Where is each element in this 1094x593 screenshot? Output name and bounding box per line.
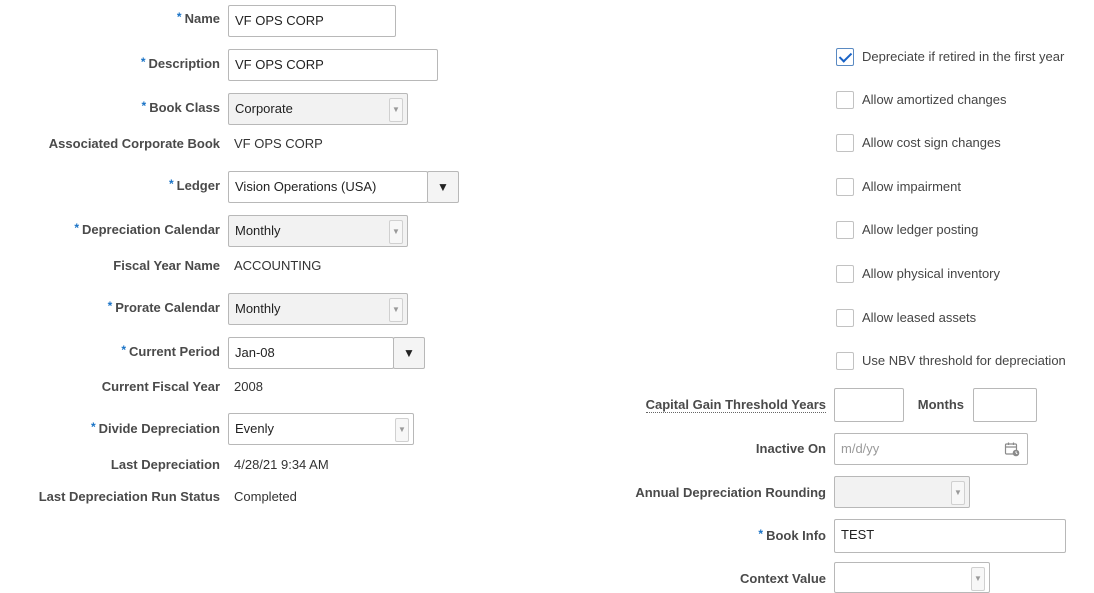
checkbox-allow-ledger-posting[interactable] (836, 221, 854, 239)
checkbox-label[interactable]: Depreciate if retired in the first year (862, 49, 1064, 65)
last-depreciation-value: 4/28/21 9:34 AM (234, 457, 329, 472)
fiscal-year-name-value: ACCOUNTING (234, 258, 322, 273)
checkbox-allow-amortized-changes[interactable] (836, 91, 854, 109)
required-marker: * (758, 527, 764, 541)
ledger-dropdown-button[interactable]: ▼ (427, 171, 459, 203)
description-input[interactable]: VF OPS CORP (228, 49, 438, 81)
chevron-down-icon[interactable]: ▼ (971, 567, 985, 591)
required-marker: * (90, 420, 96, 434)
checkbox-use-nbv-threshold[interactable] (836, 352, 854, 370)
chevron-down-icon[interactable]: ▼ (951, 481, 965, 505)
ledger-label: * Ledger (168, 177, 220, 193)
chevron-down-icon[interactable]: ▼ (389, 298, 403, 322)
months-label: Months (917, 397, 964, 412)
book-class-select[interactable]: Corporate ▼ (228, 93, 408, 125)
chevron-down-icon[interactable]: ▼ (395, 418, 409, 442)
book-class-value: Corporate (235, 101, 293, 116)
fiscal-year-name-label: Fiscal Year Name (113, 258, 220, 273)
required-marker: * (168, 177, 174, 191)
prorate-calendar-label: * Prorate Calendar (107, 299, 220, 315)
annual-depreciation-rounding-label: Annual Depreciation Rounding (635, 485, 826, 500)
depreciation-calendar-value: Monthly (235, 223, 281, 238)
checkbox-label[interactable]: Allow physical inventory (862, 266, 1000, 282)
current-fiscal-year-label: Current Fiscal Year (101, 379, 220, 394)
associated-corporate-book-label: Associated Corporate Book (48, 136, 220, 151)
last-depreciation-run-status-label: Last Depreciation Run Status (38, 489, 220, 504)
depreciation-calendar-label: * Depreciation Calendar (74, 221, 220, 237)
checkbox-allow-cost-sign-changes[interactable] (836, 134, 854, 152)
name-label: * Name (176, 10, 220, 26)
ledger-input[interactable]: Vision Operations (USA) (228, 171, 428, 203)
context-value-label: Context Value (740, 571, 826, 586)
chevron-down-icon[interactable]: ▼ (389, 98, 403, 122)
caret-down-icon: ▼ (437, 180, 449, 194)
current-period-dropdown-button[interactable]: ▼ (393, 337, 425, 369)
annual-depreciation-rounding-select[interactable]: ▼ (834, 476, 970, 508)
book-info-input[interactable]: TEST (834, 519, 1066, 553)
required-marker: * (176, 10, 182, 24)
required-marker: * (141, 99, 147, 113)
book-class-label: * Book Class (141, 99, 220, 115)
required-marker: * (140, 55, 146, 69)
required-marker: * (74, 221, 79, 235)
required-marker: * (107, 299, 113, 313)
prorate-calendar-value: Monthly (235, 301, 281, 316)
checkbox-depreciate-first-year[interactable] (836, 48, 854, 66)
current-period-input[interactable]: Jan-08 (228, 337, 394, 369)
depreciation-calendar-select[interactable]: Monthly ▼ (228, 215, 408, 247)
checkbox-allow-impairment[interactable] (836, 178, 854, 196)
current-period-label: * Current Period (121, 343, 220, 359)
description-label: * Description (140, 55, 220, 71)
context-value-select[interactable]: ▼ (834, 562, 990, 593)
checkbox-label[interactable]: Allow ledger posting (862, 222, 978, 238)
checkbox-label[interactable]: Allow amortized changes (862, 92, 1007, 108)
calendar-icon[interactable] (1004, 441, 1020, 457)
last-depreciation-run-status-value: Completed (234, 489, 297, 504)
capital-gain-threshold-years-label: Capital Gain Threshold Years (645, 397, 826, 413)
checkbox-label[interactable]: Allow impairment (862, 179, 961, 195)
checkbox-label[interactable]: Allow leased assets (862, 310, 976, 326)
divide-depreciation-value: Evenly (235, 421, 275, 436)
inactive-on-input[interactable]: m/d/yy (834, 433, 1028, 465)
current-fiscal-year-value: 2008 (234, 379, 263, 394)
capital-gain-threshold-years-input[interactable] (834, 388, 904, 422)
checkbox-allow-physical-inventory[interactable] (836, 265, 854, 283)
caret-down-icon: ▼ (403, 346, 415, 360)
prorate-calendar-select[interactable]: Monthly ▼ (228, 293, 408, 325)
checkbox-label[interactable]: Allow cost sign changes (862, 135, 1001, 151)
required-marker: * (121, 343, 126, 357)
checkbox-label[interactable]: Use NBV threshold for depreciation (862, 353, 1066, 369)
last-depreciation-label: Last Depreciation (110, 457, 220, 472)
divide-depreciation-label: * Divide Depreciation (90, 420, 220, 436)
inactive-on-label: Inactive On (755, 441, 826, 456)
checkbox-allow-leased-assets[interactable] (836, 309, 854, 327)
divide-depreciation-select[interactable]: Evenly ▼ (228, 413, 414, 445)
name-input[interactable]: VF OPS CORP (228, 5, 396, 37)
chevron-down-icon[interactable]: ▼ (389, 220, 403, 244)
associated-corporate-book-value: VF OPS CORP (234, 136, 323, 151)
inactive-on-placeholder: m/d/yy (841, 441, 880, 456)
book-info-label: * Book Info (758, 527, 826, 543)
months-input[interactable] (973, 388, 1037, 422)
